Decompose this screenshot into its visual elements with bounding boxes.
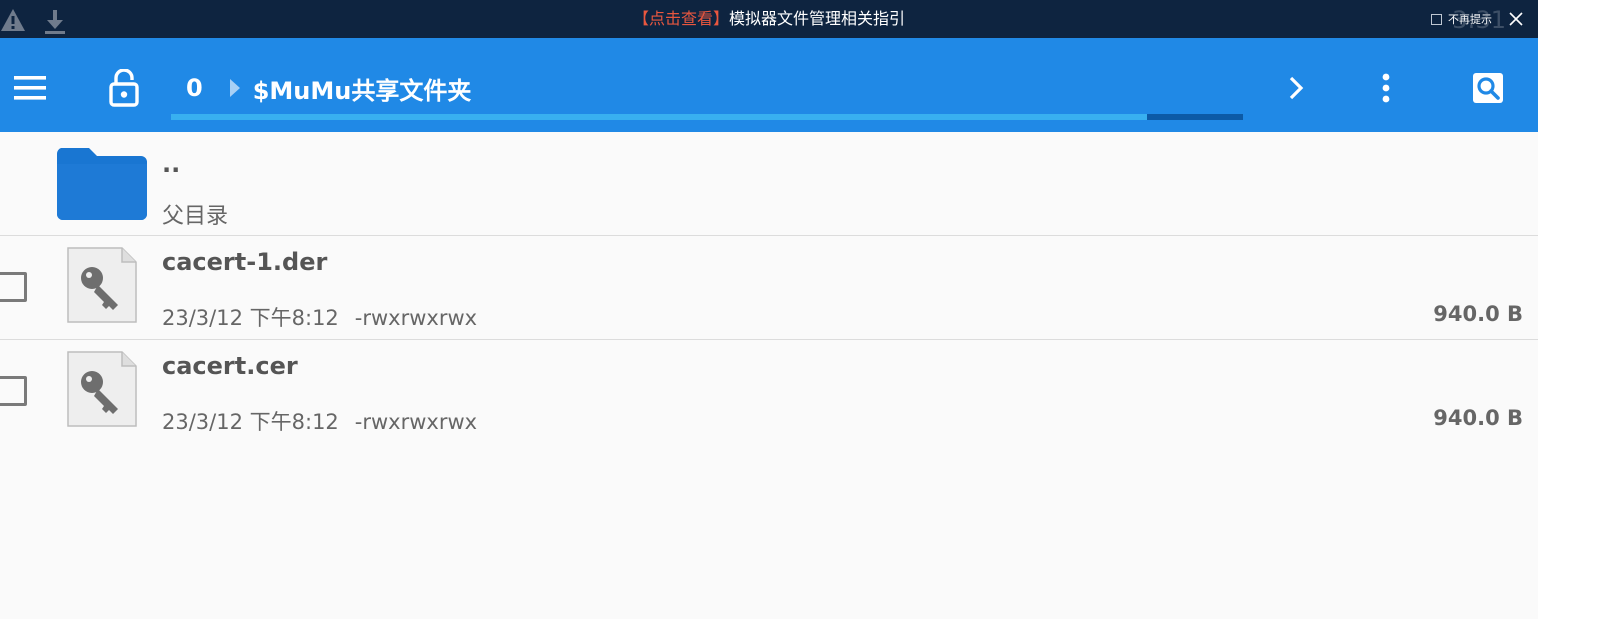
menu-icon[interactable] — [10, 68, 50, 108]
breadcrumb: 0 $MuMu共享文件夹 — [186, 68, 471, 108]
path-scroll-progress-fill — [171, 114, 1147, 120]
select-checkbox[interactable] — [0, 272, 27, 302]
close-icon[interactable] — [1508, 11, 1524, 27]
key-file-icon — [66, 350, 138, 428]
key-file-icon — [66, 246, 138, 324]
file-permissions: -rwxrwxrwx — [354, 306, 478, 330]
path-scroll-progress — [171, 114, 1243, 120]
parent-directory-row[interactable]: .. 父目录 — [0, 132, 1538, 236]
breadcrumb-root[interactable]: 0 — [186, 74, 203, 102]
notice-controls: 3:31 不再提示 — [1431, 0, 1524, 38]
file-name: cacert-1.der — [162, 248, 328, 276]
file-meta: 23/3/12 下午8:12 -rwxrwxrwx — [162, 302, 477, 332]
breadcrumb-current[interactable]: $MuMu共享文件夹 — [253, 71, 472, 106]
file-name: .. — [162, 150, 181, 178]
emulator-screen: 【点击查看】模拟器文件管理相关指引 3:31 不再提示 0 $MuMu共享文件夹… — [0, 0, 1607, 619]
chevron-right-icon[interactable] — [1276, 68, 1316, 108]
more-vert-icon[interactable] — [1366, 68, 1406, 108]
file-size: 940.0 B — [1433, 406, 1523, 430]
parent-directory-label: 父目录 — [162, 204, 229, 229]
notice-text: 模拟器文件管理相关指引 — [729, 9, 906, 28]
unlock-icon[interactable] — [104, 68, 144, 108]
toolbar: 0 $MuMu共享文件夹 — [0, 38, 1538, 132]
folder-icon — [55, 146, 149, 222]
file-date: 23/3/12 下午8:12 — [162, 410, 339, 434]
dont-remind-checkbox[interactable] — [1431, 13, 1442, 25]
file-manager-app: 【点击查看】模拟器文件管理相关指引 3:31 不再提示 0 $MuMu共享文件夹… — [0, 0, 1538, 619]
notice-bar: 【点击查看】模拟器文件管理相关指引 3:31 不再提示 — [0, 0, 1538, 38]
file-row[interactable]: cacert-1.der 23/3/12 下午8:12 -rwxrwxrwx 94… — [0, 236, 1538, 340]
breadcrumb-arrow-icon — [229, 78, 241, 98]
file-size: 940.0 B — [1433, 302, 1523, 326]
file-name: cacert.cer — [162, 352, 298, 380]
notice-link[interactable]: 【点击查看】 — [633, 9, 729, 28]
file-meta: 23/3/12 下午8:12 -rwxrwxrwx — [162, 406, 477, 436]
file-row[interactable]: cacert.cer 23/3/12 下午8:12 -rwxrwxrwx 940.… — [0, 340, 1538, 444]
search-icon[interactable] — [1468, 68, 1508, 108]
notice-message[interactable]: 【点击查看】模拟器文件管理相关指引 — [0, 0, 1538, 38]
dont-remind-label[interactable]: 不再提示 — [1448, 11, 1492, 27]
select-checkbox[interactable] — [0, 376, 27, 406]
file-permissions: -rwxrwxrwx — [354, 410, 478, 434]
file-date: 23/3/12 下午8:12 — [162, 306, 339, 330]
